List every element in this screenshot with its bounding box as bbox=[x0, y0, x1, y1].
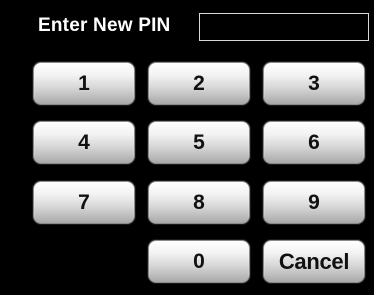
keypad-button-8[interactable]: 8 bbox=[148, 181, 250, 224]
pin-input[interactable] bbox=[199, 13, 369, 41]
keypad-button-7[interactable]: 7 bbox=[33, 181, 135, 224]
keypad-button-3[interactable]: 3 bbox=[263, 62, 365, 105]
keypad-button-5[interactable]: 5 bbox=[148, 121, 250, 164]
cancel-button[interactable]: Cancel bbox=[263, 240, 365, 283]
keypad-button-0[interactable]: 0 bbox=[148, 240, 250, 283]
pin-entry-header: Enter New PIN bbox=[0, 0, 374, 50]
keypad-button-6[interactable]: 6 bbox=[263, 121, 365, 164]
keypad-button-4[interactable]: 4 bbox=[33, 121, 135, 164]
keypad-button-9[interactable]: 9 bbox=[263, 181, 365, 224]
keypad-button-2[interactable]: 2 bbox=[148, 62, 250, 105]
pin-prompt-label: Enter New PIN bbox=[38, 15, 171, 36]
keypad-button-1[interactable]: 1 bbox=[33, 62, 135, 105]
